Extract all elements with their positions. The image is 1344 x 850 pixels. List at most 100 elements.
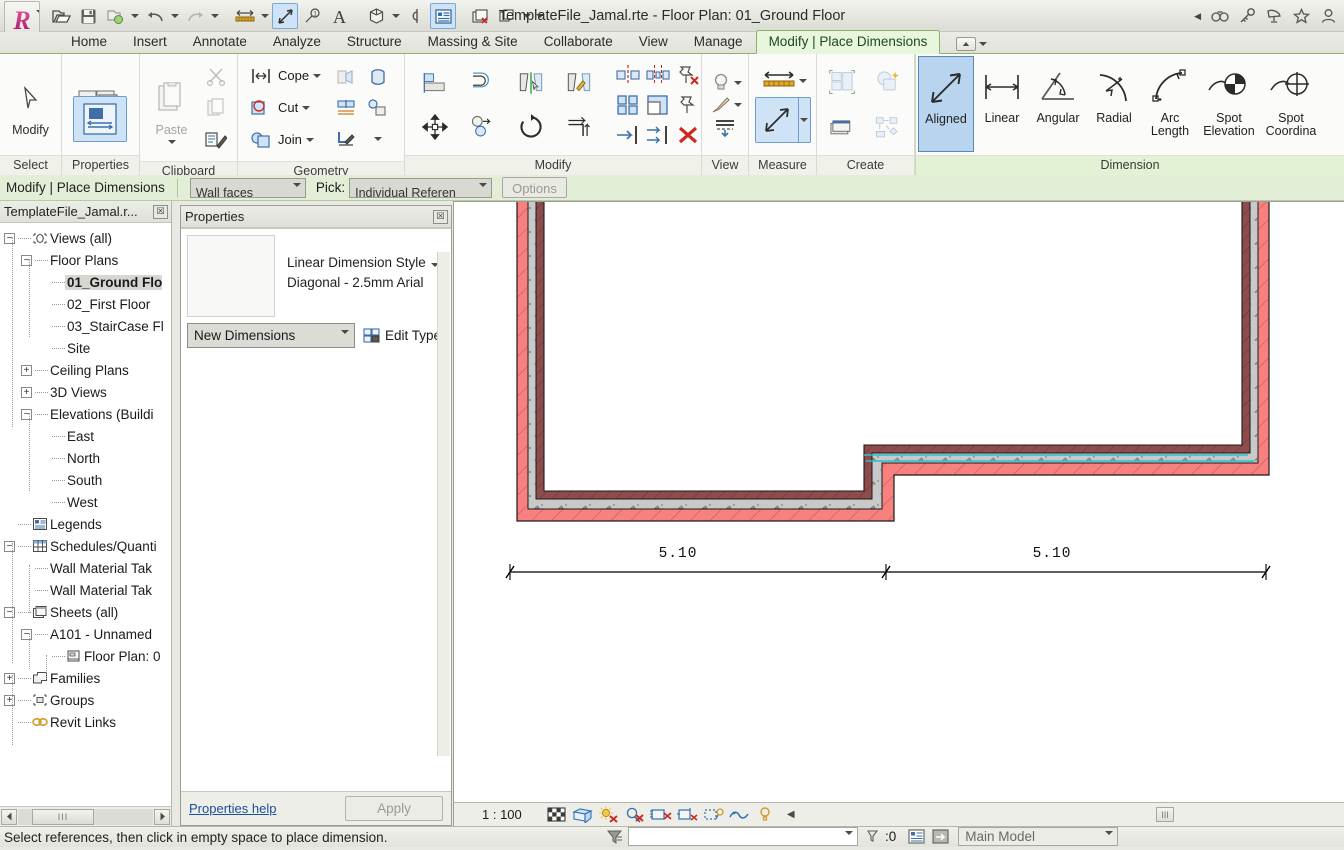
tab-insert[interactable]: Insert: [120, 31, 180, 53]
edit-type-button[interactable]: Edit Type: [363, 327, 441, 344]
browser-node-3d-views[interactable]: +3D Views: [4, 381, 171, 403]
split-with-gap-icon[interactable]: [645, 64, 671, 86]
temporary-hide-isolate-icon[interactable]: [726, 804, 752, 826]
create-assembly-icon[interactable]: [875, 116, 901, 139]
view-control-collapse-icon[interactable]: ◀: [778, 804, 804, 826]
chevron-down-icon[interactable]: [302, 105, 311, 110]
view-resize-grip[interactable]: III: [1156, 807, 1174, 822]
status-search-input[interactable]: [628, 827, 858, 849]
linework-icon[interactable]: [712, 116, 738, 138]
trim-extend-multiple-icon[interactable]: [645, 124, 671, 146]
wall-joins-icon[interactable]: [333, 128, 359, 150]
crop-region-hidden-icon[interactable]: [700, 804, 726, 826]
browser-node-legends[interactable]: Legends: [4, 513, 171, 535]
dimension-spot-elevation-button[interactable]: Spot Elevation: [1198, 56, 1260, 152]
browser-node-groups[interactable]: + Groups: [4, 689, 171, 711]
dimension-arc-length-button[interactable]: Arc Length: [1142, 56, 1198, 152]
shadows-off-icon[interactable]: [622, 804, 648, 826]
offset-icon[interactable]: [470, 71, 496, 94]
copy-button[interactable]: [199, 92, 233, 123]
open-icon[interactable]: [48, 3, 74, 29]
design-options-icon[interactable]: [928, 827, 952, 846]
pick-select[interactable]: Individual Referen: [349, 177, 493, 198]
warning-count-group[interactable]: :0: [858, 829, 904, 844]
array-icon[interactable]: [615, 94, 641, 116]
dimension-spot-coordinate-button[interactable]: Spot Coordina: [1260, 56, 1322, 152]
hscroll-thumb[interactable]: III: [32, 808, 94, 825]
collapse-icon[interactable]: −: [4, 606, 15, 618]
drawing-area[interactable]: 5.10 5.10: [453, 201, 1344, 802]
key-icon[interactable]: [1237, 6, 1257, 26]
collapse-icon[interactable]: −: [21, 408, 32, 420]
browser-node-site[interactable]: Site: [4, 337, 171, 359]
switch-windows-dropdown-icon[interactable]: [521, 3, 533, 29]
dimension-angular-button[interactable]: Angular: [1030, 56, 1086, 152]
trim-extend-single-icon[interactable]: [615, 124, 641, 146]
project-browser-hscrollbar[interactable]: III: [0, 806, 171, 826]
join-geometry-button[interactable]: Join: [244, 124, 324, 155]
tab-structure[interactable]: Structure: [334, 31, 415, 53]
search-icon[interactable]: [1210, 6, 1230, 26]
export-icon[interactable]: [102, 3, 128, 29]
tab-analyze[interactable]: Analyze: [260, 31, 334, 53]
modify-button[interactable]: Modify: [4, 72, 57, 137]
aligned-dimension-icon[interactable]: [272, 3, 298, 29]
filter-icon[interactable]: [600, 827, 628, 846]
collapse-icon[interactable]: −: [21, 254, 32, 266]
view-scale[interactable]: 1 : 100: [482, 807, 522, 822]
chevron-down-icon[interactable]: [798, 79, 807, 83]
chevron-down-icon[interactable]: [734, 81, 742, 85]
measure-dropdown-icon[interactable]: [797, 98, 810, 142]
options-button[interactable]: Options: [502, 177, 567, 198]
qat-overflow-icon[interactable]: [534, 3, 546, 29]
paint-icon[interactable]: [333, 66, 359, 88]
tag-icon[interactable]: 1: [299, 3, 325, 29]
tab-view[interactable]: View: [626, 31, 681, 53]
export-dropdown-icon[interactable]: [129, 3, 141, 29]
cut-geometry-button[interactable]: Cut: [244, 92, 324, 123]
dimension-aligned-button[interactable]: Aligned: [918, 56, 974, 152]
undo-icon[interactable]: [142, 3, 168, 29]
move-icon[interactable]: [422, 113, 448, 140]
match-type-button[interactable]: [199, 124, 233, 155]
browser-node-views-all[interactable]: − Views (all): [4, 227, 171, 249]
scroll-left-icon[interactable]: [1, 808, 17, 825]
create-similar-icon[interactable]: [829, 117, 855, 139]
tab-annotate[interactable]: Annotate: [180, 31, 260, 53]
autodesk-360-icon[interactable]: [1264, 6, 1284, 26]
paint-brush-icon[interactable]: [708, 94, 734, 116]
pin-icon[interactable]: [675, 94, 701, 116]
rotate-icon[interactable]: [518, 113, 544, 138]
close-icon[interactable]: ☒: [433, 209, 448, 224]
apply-button[interactable]: Apply: [345, 796, 443, 821]
reference-select[interactable]: Wall faces: [189, 177, 306, 198]
tab-manage[interactable]: Manage: [681, 31, 756, 53]
browser-node-families[interactable]: + Families: [4, 667, 171, 689]
ribbon-minimize-control[interactable]: [956, 37, 988, 53]
main-model-select[interactable]: Main Model: [958, 827, 1119, 850]
reveal-hidden-elements-icon[interactable]: [752, 804, 778, 826]
close-icon[interactable]: ☒: [153, 204, 168, 219]
account-icon[interactable]: [1318, 6, 1338, 26]
sun-path-off-icon[interactable]: [596, 804, 622, 826]
beam-join-icon[interactable]: [365, 97, 391, 119]
dimension-radial-button[interactable]: Radial: [1086, 56, 1142, 152]
collapse-left-icon[interactable]: ◀: [1194, 11, 1201, 22]
measure-icon[interactable]: [232, 3, 258, 29]
collapse-icon[interactable]: −: [4, 232, 15, 244]
chevron-down-icon[interactable]: [313, 73, 322, 78]
align-icon[interactable]: [422, 72, 448, 94]
delete-icon[interactable]: [675, 124, 701, 146]
create-group-icon[interactable]: [829, 69, 855, 94]
measure-dropdown-icon[interactable]: [259, 3, 271, 29]
expand-icon[interactable]: +: [4, 672, 15, 684]
expand-icon[interactable]: +: [4, 694, 15, 706]
undo-dropdown-icon[interactable]: [169, 3, 181, 29]
browser-node-revit-links[interactable]: Revit Links: [4, 711, 171, 733]
chevron-down-icon[interactable]: [167, 139, 176, 144]
text-icon[interactable]: A: [326, 3, 352, 29]
collapse-icon[interactable]: −: [4, 540, 15, 552]
properties-help-link[interactable]: Properties help: [189, 801, 276, 816]
paste-button[interactable]: Paste: [144, 72, 199, 144]
properties-vscrollbar[interactable]: [437, 252, 450, 756]
